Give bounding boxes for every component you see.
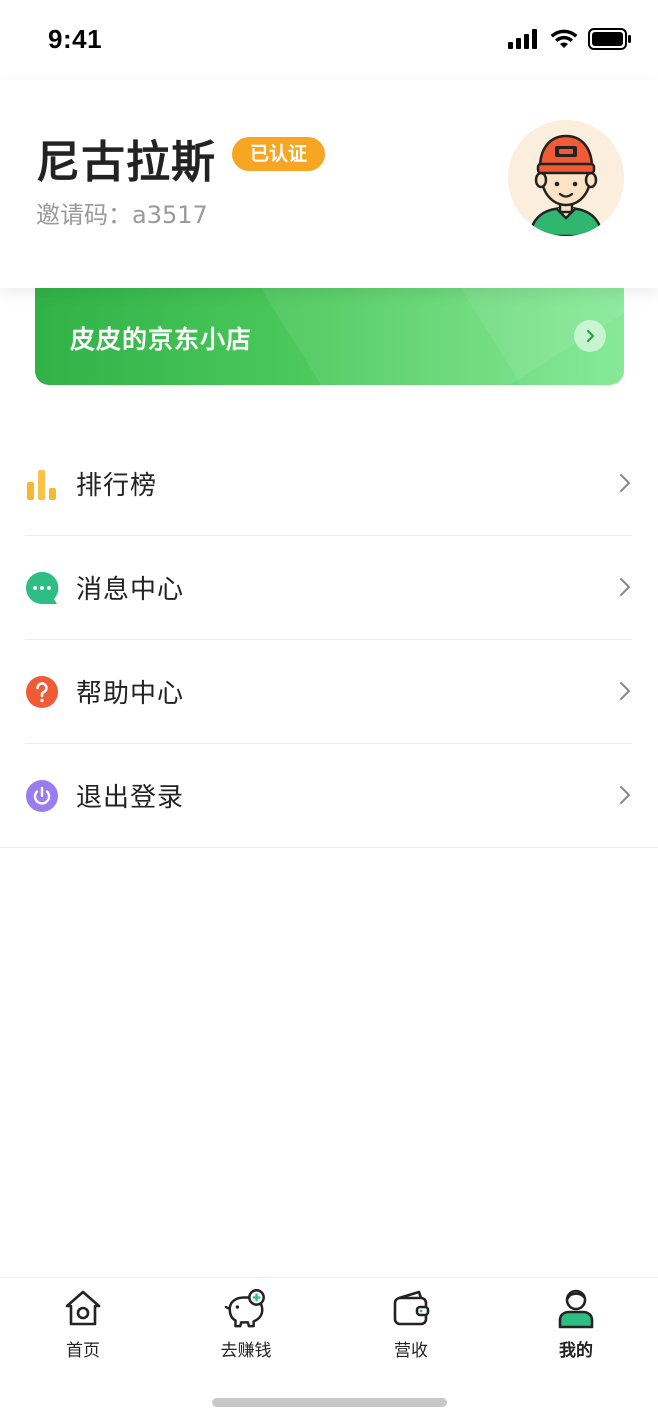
chevron-right-icon [620,578,630,596]
tab-label: 首页 [66,1341,100,1361]
tab-label: 去赚钱 [220,1341,272,1361]
tab-label: 营收 [394,1341,428,1361]
home-icon [61,1286,105,1330]
home-indicator [212,1398,447,1407]
menu-item-label: 消息中心 [76,575,185,605]
profile-header: 尼古拉斯 已认证 邀请码：a3517 [0,80,658,288]
wallet-icon [389,1286,433,1330]
menu-item-logout[interactable]: 退出登录 [0,744,658,848]
shop-card[interactable]: 皮皮的京东小店 [35,275,624,385]
question-icon [25,675,59,709]
menu-item-messages[interactable]: 消息中心 [25,536,632,640]
tab-earn[interactable]: 去赚钱 [191,1286,301,1361]
avatar-illustration-icon [508,120,624,236]
bar-chart-icon [25,467,59,501]
shop-name: 皮皮的京东小店 [70,325,253,354]
piggy-bank-icon [224,1286,268,1330]
signal-icon [508,29,537,49]
menu-item-label: 帮助中心 [76,679,185,709]
user-name: 尼古拉斯 [36,137,216,188]
menu-item-help[interactable]: 帮助中心 [25,640,632,744]
chevron-right-icon [620,682,630,700]
chevron-right-icon[interactable] [574,320,606,352]
menu-item-label: 退出登录 [76,783,185,813]
menu-item-label: 排行榜 [76,471,158,501]
menu-list: 排行榜 消息中心 帮助中心 退出登录 [0,432,658,848]
status-time: 9:41 [48,24,103,54]
menu-item-ranking[interactable]: 排行榜 [25,432,632,536]
chevron-right-icon [620,474,630,492]
tab-mine[interactable]: 我的 [521,1286,631,1361]
status-icons [508,28,632,50]
verified-badge: 已认证 [232,137,326,171]
tab-revenue[interactable]: 营收 [356,1286,466,1361]
profile-page: 9:41 尼古拉斯 已认证 邀请码：a3517 皮皮的京东小店 排行榜 消息中心… [0,0,658,1425]
power-icon [25,779,59,813]
tab-label: 我的 [559,1341,593,1361]
avatar[interactable] [508,120,624,236]
chevron-right-icon [620,786,630,804]
battery-icon [588,28,631,50]
status-bar: 9:41 [0,0,658,80]
invite-code-label: 邀请码： [36,201,132,229]
user-icon [554,1286,598,1330]
invite-code-line: 邀请码：a3517 [36,195,208,230]
invite-code-value: a3517 [132,201,208,229]
tab-home[interactable]: 首页 [28,1286,138,1361]
chat-bubble-icon [25,571,59,605]
wifi-icon [550,29,578,48]
